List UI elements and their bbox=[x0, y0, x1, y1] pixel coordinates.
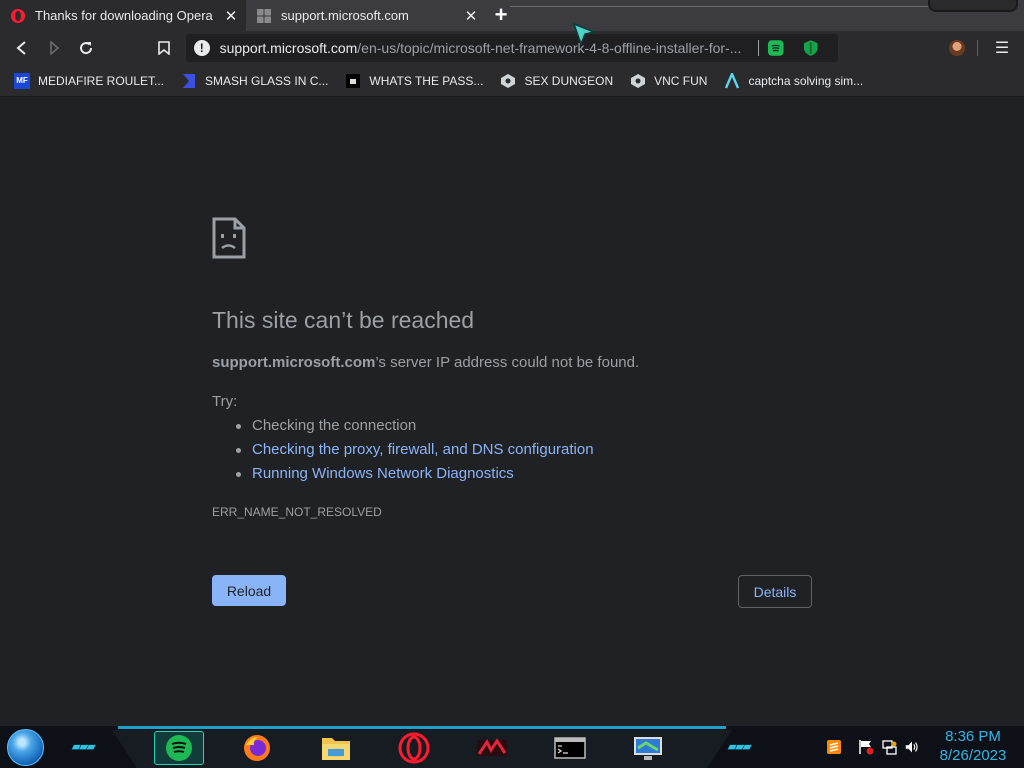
error-host: support.microsoft.com bbox=[212, 354, 376, 371]
shield-extension-icon[interactable] bbox=[802, 39, 820, 57]
spotify-extension-icon[interactable] bbox=[767, 39, 785, 57]
bookmark-label: SEX DUNGEON bbox=[524, 73, 614, 88]
tab-strip-decoration bbox=[510, 6, 930, 7]
sublime-icon[interactable] bbox=[826, 739, 842, 755]
suggestion-list: Checking the connection Checking the pro… bbox=[234, 416, 594, 488]
try-label: Try: bbox=[212, 393, 238, 410]
reload-icon[interactable] bbox=[74, 36, 98, 60]
taskbar-glow bbox=[118, 726, 726, 729]
vnc-icon bbox=[631, 73, 646, 88]
profile-avatar[interactable] bbox=[949, 40, 965, 56]
bookmark-sex-dungeon[interactable]: SEX DUNGEON bbox=[500, 73, 613, 89]
details-button[interactable]: Details bbox=[738, 575, 812, 608]
error-description-text: ’s server IP address could not be found. bbox=[375, 354, 640, 371]
toolbar-divider bbox=[977, 40, 978, 56]
smash-icon bbox=[183, 73, 196, 88]
chevron-decoration-icon: ▰▰▰ bbox=[728, 741, 751, 753]
screen: Thanks for downloading Opera ✕ support.m… bbox=[0, 0, 1024, 768]
game-app-icon[interactable] bbox=[467, 731, 517, 765]
bookmark-label: MEDIAFIRE ROULET... bbox=[38, 73, 165, 88]
action-center-flag-icon[interactable] bbox=[858, 739, 874, 755]
address-bar[interactable]: ! support.microsoft.com/en-us/topic/micr… bbox=[186, 34, 838, 62]
url-text[interactable]: support.microsoft.com/en-us/topic/micros… bbox=[220, 40, 750, 56]
remote-desktop-app-icon[interactable] bbox=[623, 731, 673, 765]
clock-date: 8/26/2023 bbox=[939, 747, 1007, 764]
chevron-decoration-icon: ▰▰▰ bbox=[72, 741, 95, 753]
bookmark-whats-the-pass[interactable]: WHATS THE PASS... bbox=[345, 73, 483, 89]
pass-icon bbox=[346, 73, 361, 88]
sad-page-icon bbox=[212, 217, 246, 259]
tab-strip: Thanks for downloading Opera ✕ support.m… bbox=[0, 0, 1024, 31]
page-title: This site can’t be reached bbox=[212, 307, 475, 333]
error-code: ERR_NAME_NOT_RESOLVED bbox=[212, 505, 382, 519]
bookmark-label: captcha solving sim... bbox=[748, 73, 864, 88]
dungeon-icon bbox=[501, 73, 516, 88]
suggestion-check-connection: Checking the connection bbox=[234, 416, 594, 440]
bookmarks-bar: MF MEDIAFIRE ROULET... SMASH GLASS IN C.… bbox=[0, 65, 1024, 97]
mediafire-icon: MF bbox=[14, 72, 30, 89]
bookmark-captcha-solving[interactable]: captcha solving sim... bbox=[724, 72, 864, 89]
opera-icon bbox=[11, 8, 25, 23]
bookmark-icon[interactable] bbox=[152, 36, 176, 60]
bookmark-vnc-fun[interactable]: VNC FUN bbox=[630, 73, 707, 89]
bookmark-label: VNC FUN bbox=[654, 73, 708, 88]
bookmark-mediafire-roulette[interactable]: MF MEDIAFIRE ROULET... bbox=[14, 72, 165, 89]
network-icon[interactable] bbox=[881, 739, 897, 755]
file-explorer-app-icon[interactable] bbox=[311, 731, 361, 765]
close-tab-icon[interactable]: ✕ bbox=[460, 5, 482, 27]
forward-arrow-icon[interactable] bbox=[42, 36, 66, 60]
reload-button[interactable]: Reload bbox=[212, 575, 286, 606]
volume-icon[interactable] bbox=[904, 739, 920, 755]
windows-orb-icon[interactable] bbox=[7, 729, 44, 766]
url-path: /en-us/topic/microsoft-net-framework-4-8… bbox=[357, 40, 742, 56]
spotify-app-icon[interactable] bbox=[154, 731, 204, 765]
error-description: support.microsoft.com’s server IP addres… bbox=[212, 354, 639, 371]
suggestion-check-proxy-link[interactable]: Checking the proxy, firewall, and DNS co… bbox=[234, 440, 594, 464]
opera-app-icon[interactable] bbox=[389, 731, 439, 765]
page-content: This site can’t be reached support.micro… bbox=[0, 98, 1024, 726]
suggestion-network-diagnostics-link[interactable]: Running Windows Network Diagnostics bbox=[234, 464, 594, 488]
tab-opera-download[interactable]: Thanks for downloading Opera ✕ bbox=[0, 0, 246, 31]
omnibox-separator bbox=[758, 40, 759, 56]
close-tab-icon[interactable]: ✕ bbox=[220, 5, 242, 27]
bookmark-label: SMASH GLASS IN C... bbox=[205, 73, 329, 88]
captcha-icon bbox=[725, 72, 740, 88]
taskbar: ▰▰▰ ▰▰▰ 8:36 PM 8/26/2023 bbox=[0, 726, 1024, 768]
tab-microsoft-support[interactable]: support.microsoft.com ✕ bbox=[246, 0, 486, 31]
firefox-app-icon[interactable] bbox=[232, 731, 282, 765]
system-clock[interactable]: 8:36 PM 8/26/2023 bbox=[930, 727, 1016, 765]
kebab-menu-icon[interactable]: ☰ bbox=[992, 36, 1012, 60]
mouse-cursor-icon bbox=[572, 22, 596, 46]
url-host: support.microsoft.com bbox=[219, 40, 358, 56]
window-corner-decoration bbox=[928, 0, 1018, 12]
bookmark-label: WHATS THE PASS... bbox=[369, 73, 484, 88]
tab-title: Thanks for downloading Opera bbox=[35, 8, 213, 23]
clock-time: 8:36 PM bbox=[945, 728, 1001, 745]
plus-icon[interactable]: + bbox=[489, 2, 513, 27]
microsoft-icon bbox=[257, 8, 271, 23]
cmd-app-icon[interactable] bbox=[545, 731, 595, 765]
back-arrow-icon[interactable] bbox=[10, 36, 34, 60]
info-icon[interactable]: ! bbox=[194, 40, 210, 56]
browser-toolbar: ! support.microsoft.com/en-us/topic/micr… bbox=[0, 31, 1024, 65]
bookmark-smash-glass[interactable]: SMASH GLASS IN C... bbox=[181, 73, 328, 89]
tab-title: support.microsoft.com bbox=[281, 8, 409, 23]
